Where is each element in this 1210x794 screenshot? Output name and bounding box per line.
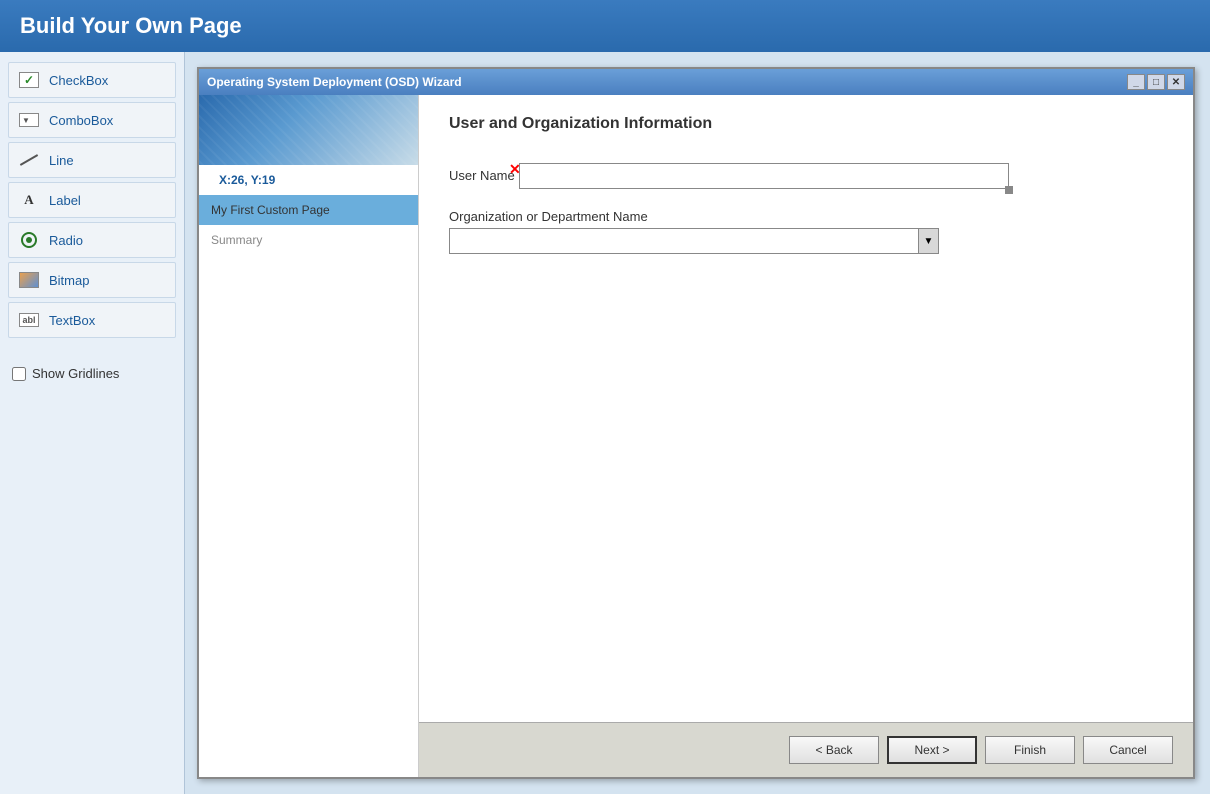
username-field-group: User Name ✕	[449, 163, 1163, 189]
maximize-button[interactable]: □	[1147, 74, 1165, 90]
show-gridlines-container: Show Gridlines	[8, 362, 176, 385]
textbox-icon: abl	[17, 308, 41, 332]
label-icon: A	[17, 188, 41, 212]
wizard-window: Operating System Deployment (OSD) Wizard…	[197, 67, 1195, 779]
tool-radio[interactable]: Radio	[8, 222, 176, 258]
combobox-icon: ▼	[17, 108, 41, 132]
cancel-button[interactable]: Cancel	[1083, 736, 1173, 764]
tool-line[interactable]: Line	[8, 142, 176, 178]
tool-bitmap[interactable]: Bitmap	[8, 262, 176, 298]
tool-checkbox[interactable]: CheckBox	[8, 62, 176, 98]
finish-button[interactable]: Finish	[985, 736, 1075, 764]
title-bar-buttons: _ □ ✕	[1127, 74, 1185, 90]
username-input[interactable]	[519, 163, 1009, 189]
tool-textbox[interactable]: abl TextBox	[8, 302, 176, 338]
resize-handle-bottom[interactable]	[1005, 186, 1013, 194]
form-title: User and Organization Information	[449, 115, 1163, 133]
line-icon	[17, 148, 41, 172]
nav-item-custom-page[interactable]: My First Custom Page	[199, 195, 418, 225]
orgname-field-group: Organization or Department Name ▼	[449, 209, 1163, 254]
checkbox-icon	[17, 68, 41, 92]
wizard-nav-items: My First Custom Page Summary	[199, 191, 418, 777]
orgname-combo[interactable]: ▼	[449, 228, 939, 254]
wizard-right: User and Organization Information User N…	[419, 95, 1193, 777]
show-gridlines-checkbox[interactable]	[12, 367, 26, 381]
wizard-title-bar: Operating System Deployment (OSD) Wizard…	[199, 69, 1193, 95]
orgname-dropdown-btn[interactable]: ▼	[918, 229, 938, 253]
wizard-content: X:26, Y:19 My First Custom Page Summary …	[199, 95, 1193, 777]
wizard-form-area: User and Organization Information User N…	[419, 95, 1193, 722]
minimize-button[interactable]: _	[1127, 74, 1145, 90]
wizard-bottom-bar: < Back Next > Finish Cancel	[419, 722, 1193, 777]
back-button[interactable]: < Back	[789, 736, 879, 764]
wizard-title: Operating System Deployment (OSD) Wizard	[207, 75, 462, 89]
next-button[interactable]: Next >	[887, 736, 977, 764]
nav-item-summary[interactable]: Summary	[199, 225, 418, 255]
orgname-label: Organization or Department Name	[449, 209, 1163, 224]
toolbox-panel: CheckBox ▼ ComboBox Line A Label	[0, 52, 185, 794]
tool-combobox[interactable]: ▼ ComboBox	[8, 102, 176, 138]
wizard-nav-banner	[199, 95, 418, 165]
wizard-nav: X:26, Y:19 My First Custom Page Summary	[199, 95, 419, 777]
username-label: User Name	[449, 168, 515, 183]
tool-label[interactable]: A Label	[8, 182, 176, 218]
page-title: Build Your Own Page	[0, 0, 1210, 52]
radio-icon	[17, 228, 41, 252]
close-button[interactable]: ✕	[1167, 74, 1185, 90]
coords-display: X:26, Y:19	[199, 165, 418, 191]
bitmap-icon	[17, 268, 41, 292]
orgname-input[interactable]	[450, 229, 918, 253]
